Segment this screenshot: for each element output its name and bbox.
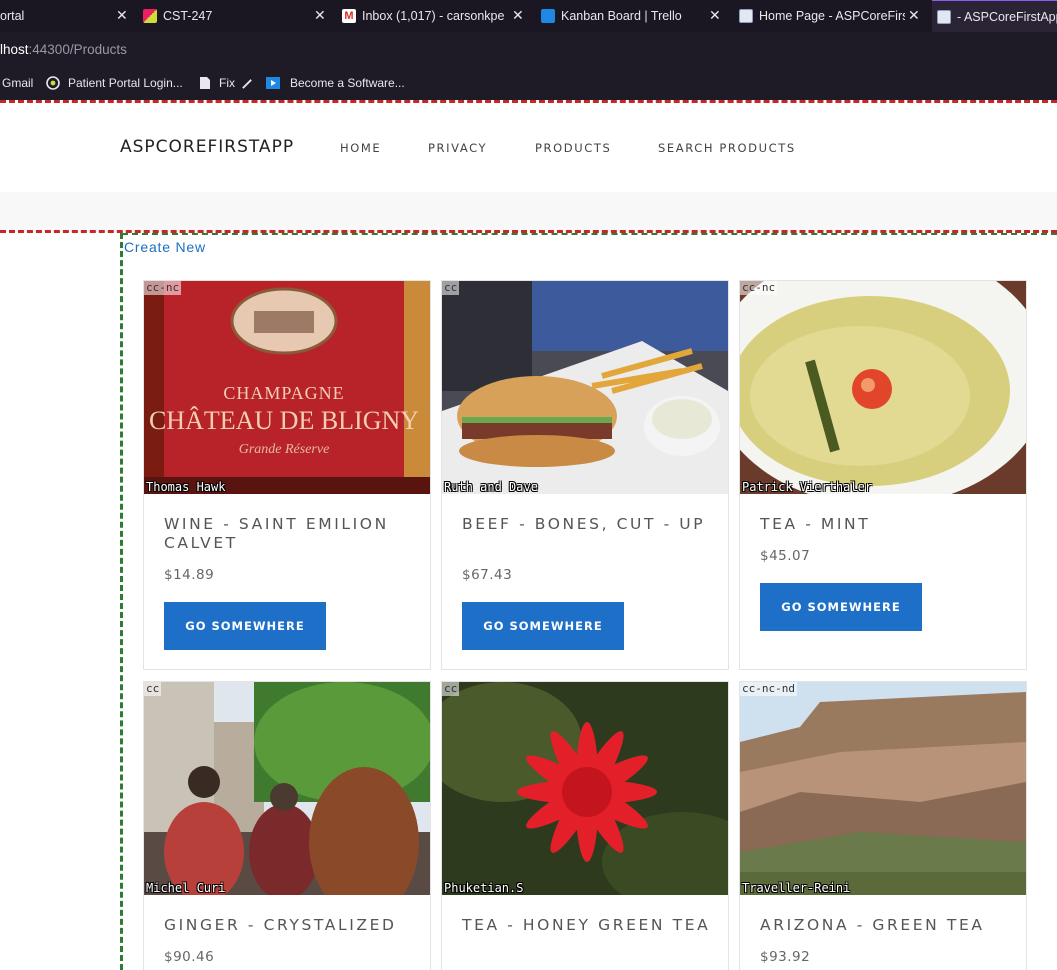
product-title: ARIZONA - GREEN TEA [760,916,985,934]
close-tab-icon[interactable]: ✕ [512,7,524,24]
go-somewhere-button[interactable]: GO SOMEWHERE [760,583,922,631]
address-bar[interactable]: lhost:44300/Products [0,32,1057,68]
close-tab-icon[interactable]: ✕ [908,7,920,24]
product-title: WINE - SAINT EMILION CALVET [164,515,389,552]
license-badge: cc [442,281,460,295]
browser-tab[interactable]: ortal ✕ [0,0,138,32]
license-badge: cc [144,682,162,696]
nav-link-products[interactable]: PRODUCTS [535,141,611,155]
street-crowd-image [144,682,430,895]
photo-credit: Ruth and Dave [444,480,538,494]
go-somewhere-button[interactable]: GO SOMEWHERE [164,602,326,650]
page-icon [937,9,951,24]
create-new-link[interactable]: Create New [124,239,206,255]
tab-label: - ASPCoreFirstApp [957,9,1057,24]
portal-icon [46,76,60,90]
product-price: $67.43 [462,567,513,583]
debug-outline-top [0,100,1057,103]
license-badge: cc-nc-nd [740,682,797,696]
soup-bowl-image [740,281,1026,494]
photo-credit: Thomas Hawk [146,480,226,494]
browser-tab-active[interactable]: - ASPCoreFirstApp [932,0,1057,32]
product-price: $14.89 [164,567,215,583]
gmail-icon: M [342,9,356,23]
browser-tab[interactable]: M Inbox (1,017) - carsonkperr ✕ [342,0,534,32]
bookmark-become-software[interactable]: Become a Software... [266,76,405,90]
nav-link-home[interactable]: HOME [340,141,381,155]
product-price: $93.92 [760,949,811,965]
browser-tab[interactable]: Kanban Board | Trello ✕ [541,0,733,32]
product-price: $45.07 [760,548,811,564]
photo-credit: Patrick Vierthaler [742,480,873,494]
nav-link-privacy[interactable]: PRIVACY [428,141,487,155]
url-path: :44300/Products [28,42,127,57]
bookmark-fix[interactable]: Fix [198,76,254,90]
page-icon [739,9,753,23]
license-badge: cc-nc [740,281,778,295]
tab-label: CST-247 [163,9,213,23]
product-image: cc Michel Curi [144,682,430,895]
bookmark-patient-portal[interactable]: Patient Portal Login... [46,76,183,90]
pencil-icon [242,78,252,89]
document-icon [200,77,210,89]
product-card: cc Ruth and Dave BEEF - BONES, CUT - UP … [441,280,729,670]
bookmark-label: Patient Portal Login... [68,76,183,90]
trello-icon [541,9,555,23]
url-text[interactable]: lhost:44300/Products [0,42,127,57]
product-title: TEA - HONEY GREEN TEA [462,916,711,934]
site-navbar: ASPCOREFIRSTAPP HOME PRIVACY PRODUCTS SE… [0,104,1057,192]
tab-label: Inbox (1,017) - carsonkperr [362,9,504,23]
canyon-image [740,682,1026,895]
product-card: cc Phuketian.S TEA - HONEY GREEN TEA [441,681,729,970]
debug-outline-container-left [120,233,123,970]
close-tab-icon[interactable]: ✕ [116,7,128,24]
browser-tab-bar: ortal ✕ CST-247 ✕ M Inbox (1,017) - cars… [0,0,1057,32]
bookmark-label: Become a Software... [290,76,405,90]
browser-tab[interactable]: CST-247 ✕ [143,0,335,32]
browser-tab[interactable]: Home Page - ASPCoreFirstA ✕ [739,0,931,32]
product-title: GINGER - CRYSTALIZED [164,916,397,934]
close-tab-icon[interactable]: ✕ [709,7,721,24]
bookmark-label: Gmail [2,76,34,90]
red-flower-image [442,682,728,895]
product-image: CHAMPAGNE CHÂTEAU DE BLIGNY Grande Réser… [144,281,430,494]
brand-link[interactable]: ASPCOREFIRSTAPP [120,137,294,157]
video-icon [266,77,280,89]
product-image: cc-nc Patrick Vierthaler [740,281,1026,494]
product-card: cc Michel Curi GINGER - CRYSTALIZED $90.… [143,681,431,970]
license-badge: cc-nc [144,281,182,295]
close-tab-icon[interactable]: ✕ [314,7,326,24]
product-title: BEEF - BONES, CUT - UP [462,515,706,533]
product-image: cc Ruth and Dave [442,281,728,494]
tab-label: ortal [0,9,25,23]
wine-label-line3: Grande Réserve [239,442,330,457]
go-somewhere-button[interactable]: GO SOMEWHERE [462,602,624,650]
product-image: cc-nc-nd Traveller-Reini [740,682,1026,895]
tab-label: Home Page - ASPCoreFirstA [759,9,905,23]
nav-link-search-products[interactable]: SEARCH PRODUCTS [658,141,796,155]
wine-bottle-image: CHAMPAGNE CHÂTEAU DE BLIGNY Grande Réser… [144,281,430,494]
product-card: CHAMPAGNE CHÂTEAU DE BLIGNY Grande Réser… [143,280,431,670]
photo-credit: Traveller-Reini [742,881,851,895]
photo-credit: Michel Curi [146,881,226,895]
license-badge: cc [442,682,460,696]
bookmark-gmail[interactable]: Gmail [2,76,33,90]
photo-credit: Phuketian.S [444,881,524,895]
bookmark-label: Fix [219,76,235,90]
product-card: cc-nc Patrick Vierthaler TEA - MINT $45.… [739,280,1027,670]
tab-label: Kanban Board | Trello [561,9,682,23]
product-title: TEA - MINT [760,515,871,533]
url-host: lhost [0,42,29,57]
wine-label-line1: CHAMPAGNE [223,383,344,403]
product-price: $90.46 [164,949,215,965]
cst-favicon-icon [143,9,157,23]
sandwich-image [442,281,728,494]
wine-label-line2: CHÂTEAU DE BLIGNY [149,406,419,435]
product-card: cc-nc-nd Traveller-Reini ARIZONA - GREEN… [739,681,1027,970]
debug-outline-container-top [122,233,1057,235]
product-image: cc Phuketian.S [442,682,728,895]
bookmarks-bar: Gmail Patient Portal Login... Fix Become… [0,68,1057,100]
page-background [0,192,1057,232]
